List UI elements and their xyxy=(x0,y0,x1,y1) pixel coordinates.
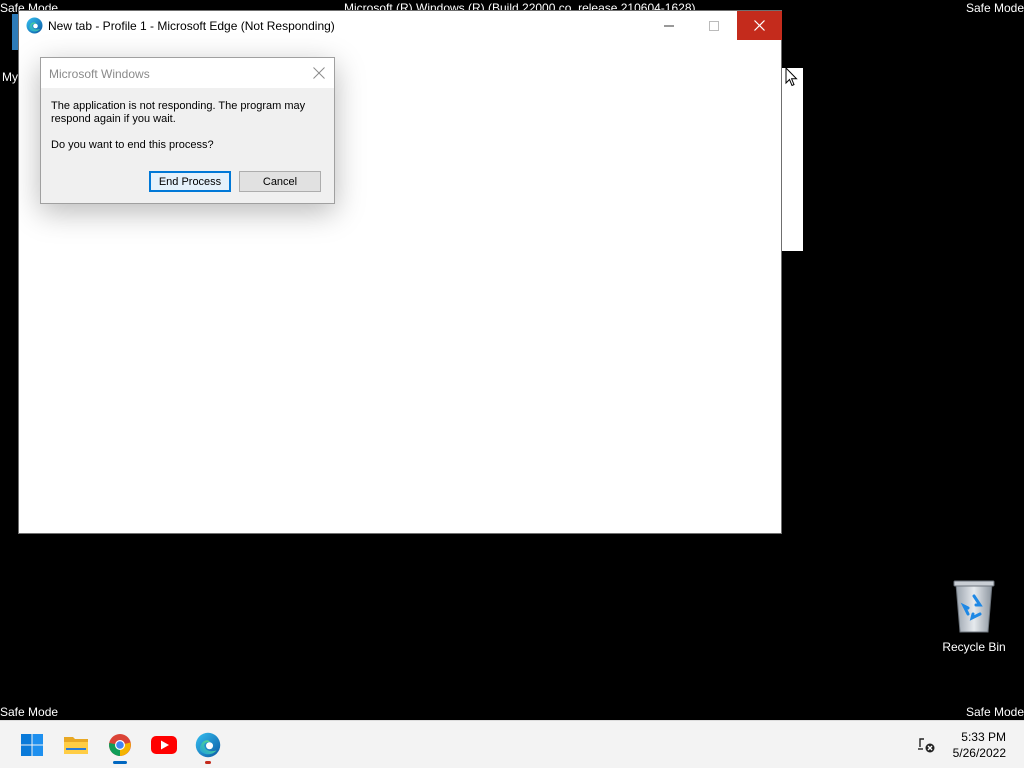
desktop: My Safe Mode Microsoft (R) Windows (R) (… xyxy=(0,0,1024,768)
close-icon xyxy=(754,20,765,31)
not-responding-dialog[interactable]: Microsoft Windows The application is not… xyxy=(40,57,335,204)
minimize-icon xyxy=(663,25,674,26)
close-window-button[interactable] xyxy=(737,11,782,40)
maximize-button[interactable] xyxy=(691,11,736,40)
system-clock[interactable]: 5:33 PM 5/26/2022 xyxy=(953,729,1006,761)
safe-mode-label-top-right: Safe Mode xyxy=(965,1,1024,15)
recycle-bin-label: Recycle Bin xyxy=(942,640,1006,654)
file-explorer-button[interactable] xyxy=(56,725,96,765)
youtube-icon xyxy=(151,736,177,754)
youtube-button[interactable] xyxy=(144,725,184,765)
chrome-icon xyxy=(109,734,131,756)
taskbar: 5:33 PM 5/26/2022 xyxy=(0,720,1024,768)
mouse-cursor-icon xyxy=(785,67,798,87)
running-indicator xyxy=(113,761,127,764)
safe-mode-label-bottom-right: Safe Mode xyxy=(965,705,1024,719)
edge-icon xyxy=(195,732,221,758)
edge-window-title: New tab - Profile 1 - Microsoft Edge (No… xyxy=(48,19,335,33)
recycle-bin-icon xyxy=(953,580,995,633)
dialog-title: Microsoft Windows xyxy=(49,67,150,81)
minimize-button[interactable] xyxy=(646,11,691,40)
folder-icon xyxy=(64,737,88,754)
running-indicator xyxy=(205,761,211,764)
dialog-body: The application is not responding. The p… xyxy=(51,100,321,152)
dialog-message: The application is not responding. The p… xyxy=(51,100,306,125)
clock-time: 5:33 PM xyxy=(961,730,1006,744)
dialog-question: Do you want to end this process? xyxy=(51,139,214,151)
windows-start-icon xyxy=(21,734,43,756)
start-button[interactable] xyxy=(12,725,52,765)
dialog-close-button[interactable] xyxy=(310,64,328,82)
cancel-button[interactable]: Cancel xyxy=(239,171,321,192)
close-icon xyxy=(313,67,325,79)
end-process-button[interactable]: End Process xyxy=(149,171,231,192)
edge-icon xyxy=(26,17,43,34)
clock-date: 5/26/2022 xyxy=(952,746,1006,760)
dialog-titlebar[interactable]: Microsoft Windows xyxy=(41,58,334,88)
desktop-shortcut-label: My xyxy=(2,70,18,84)
edge-titlebar[interactable]: New tab - Profile 1 - Microsoft Edge (No… xyxy=(19,11,782,41)
safe-mode-label-bottom-left: Safe Mode xyxy=(0,705,59,719)
window-ghost-strip xyxy=(782,68,803,251)
recycle-bin-shortcut[interactable]: Recycle Bin xyxy=(936,578,1012,658)
chrome-button[interactable] xyxy=(100,725,140,765)
network-disconnected-icon[interactable] xyxy=(916,734,938,756)
edge-taskbar-button[interactable] xyxy=(188,725,228,765)
maximize-icon xyxy=(708,20,719,31)
